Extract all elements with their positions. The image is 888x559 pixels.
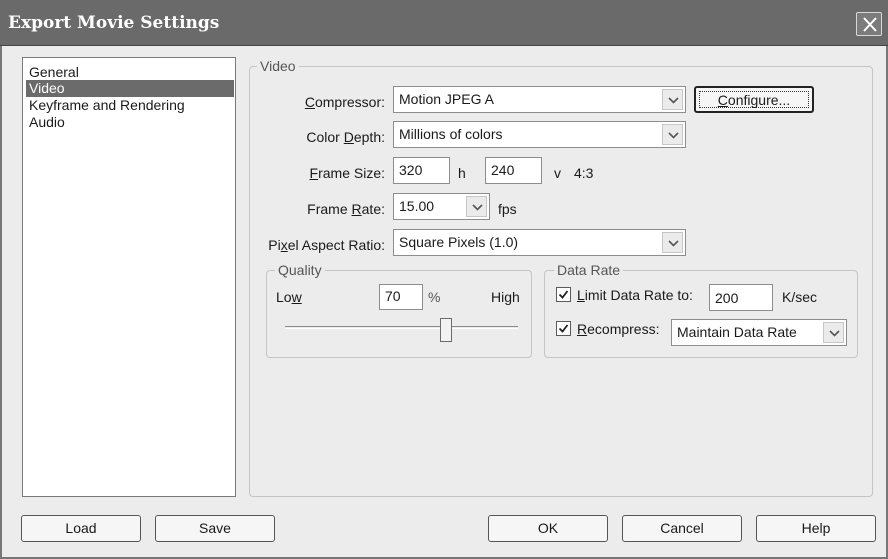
close-icon (863, 17, 877, 32)
quality-slider-thumb[interactable] (440, 318, 452, 342)
frame-rate-value: 15.00 (399, 198, 435, 214)
frame-size-label: Frame Size: (309, 165, 385, 181)
frame-width-unit: h (458, 165, 466, 181)
chevron-down-icon (668, 97, 679, 104)
frame-rate-select[interactable]: 15.00 (393, 193, 490, 220)
cancel-button[interactable]: Cancel (622, 515, 742, 542)
category-item-video[interactable]: Video (26, 80, 234, 97)
checkmark-icon (558, 290, 569, 299)
recompress-select[interactable]: Maintain Data Rate (671, 319, 847, 346)
color-depth-select[interactable]: Millions of colors (393, 121, 686, 148)
color-depth-value: Millions of colors (399, 126, 503, 142)
category-list[interactable]: General Video Keyframe and Rendering Aud… (22, 57, 236, 497)
quality-slider-track[interactable] (285, 326, 518, 329)
recompress-value: Maintain Data Rate (677, 324, 797, 340)
checkmark-icon (558, 324, 569, 333)
limit-data-rate-label[interactable]: Limit Data Rate to: (577, 287, 693, 303)
quality-low-label: Low (276, 289, 302, 305)
save-button[interactable]: Save (155, 515, 275, 542)
close-button[interactable] (856, 12, 882, 36)
pixel-aspect-dropdown-button[interactable] (662, 232, 683, 253)
chevron-down-icon (668, 132, 679, 139)
data-rate-legend: Data Rate (554, 262, 624, 278)
data-rate-input[interactable]: 200 (709, 284, 773, 311)
category-item-keyframe-rendering[interactable]: Keyframe and Rendering (26, 97, 234, 114)
category-item-audio[interactable]: Audio (26, 114, 234, 131)
recompress-dropdown-button[interactable] (823, 322, 844, 343)
quality-high-label: High (491, 289, 520, 305)
configure-button[interactable]: Configure... (694, 86, 814, 113)
quality-percent: % (428, 289, 441, 305)
frame-height-input[interactable]: 240 (485, 157, 542, 184)
window-title: Export Movie Settings (8, 13, 220, 33)
recompress-checkbox[interactable] (556, 321, 571, 336)
data-rate-unit: K/sec (782, 289, 818, 305)
frame-rate-label: Frame Rate: (307, 201, 385, 217)
chevron-down-icon (472, 204, 483, 211)
chevron-down-icon (829, 330, 840, 337)
title-bar: Export Movie Settings (0, 0, 888, 46)
frame-width-input[interactable]: 320 (393, 157, 450, 184)
category-item-general[interactable]: General (26, 64, 234, 81)
compressor-value: Motion JPEG A (399, 91, 494, 107)
color-depth-dropdown-button[interactable] (662, 124, 683, 145)
frame-rate-dropdown-button[interactable] (466, 196, 487, 217)
compressor-select[interactable]: Motion JPEG A (393, 86, 686, 113)
pixel-aspect-select[interactable]: Square Pixels (1.0) (393, 229, 686, 256)
limit-data-rate-checkbox[interactable] (556, 287, 571, 302)
recompress-label[interactable]: Recompress: (577, 321, 659, 337)
compressor-label: Compressor: (304, 94, 385, 110)
load-button[interactable]: Load (21, 515, 141, 542)
ok-button[interactable]: OK (488, 515, 608, 542)
quality-input[interactable]: 70 (379, 284, 423, 310)
quality-legend: Quality (275, 262, 325, 278)
pixel-aspect-label: Pixel Aspect Ratio: (268, 237, 385, 253)
video-legend: Video (257, 58, 299, 74)
frame-rate-unit: fps (498, 201, 517, 217)
help-button[interactable]: Help (756, 515, 876, 542)
color-depth-label: Color Depth: (306, 129, 385, 145)
compressor-dropdown-button[interactable] (662, 89, 683, 110)
frame-height-unit: v (554, 165, 561, 181)
pixel-aspect-value: Square Pixels (1.0) (399, 234, 519, 250)
aspect-ratio-text: 4:3 (574, 165, 594, 181)
chevron-down-icon (668, 240, 679, 247)
